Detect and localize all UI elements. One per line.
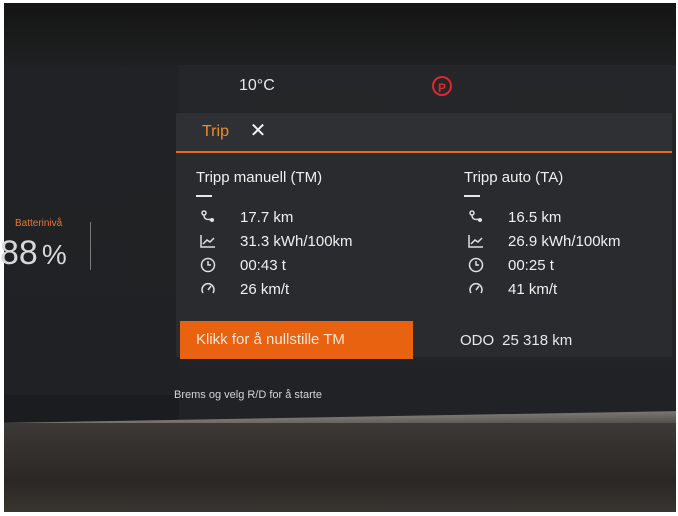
title-underline bbox=[196, 195, 212, 197]
trip-manual-speed: 26 km/t bbox=[240, 280, 290, 298]
distance-icon bbox=[464, 210, 488, 224]
start-hint: Brems og velg R/D for å starte bbox=[174, 389, 322, 401]
park-brake-icon: P bbox=[432, 76, 452, 96]
trip-manual-consumption: 31.3 kWh/100km bbox=[240, 232, 353, 250]
trip-auto-time-row: 00:25 t bbox=[464, 253, 664, 277]
reset-trip-manual-button[interactable]: Klikk for å nullstille TM bbox=[180, 321, 413, 359]
trip-auto-consumption: 26.9 kWh/100km bbox=[508, 232, 621, 250]
trip-auto-distance-row: 16.5 km bbox=[464, 205, 664, 229]
battery-level-readout: 88% bbox=[0, 234, 67, 273]
trip-manual-distance: 17.7 km bbox=[240, 208, 294, 226]
trip-manual-column: Tripp manuell (TM) 17.7 km 31.3 kWh/100k… bbox=[196, 169, 426, 301]
trip-manual-consumption-row: 31.3 kWh/100km bbox=[196, 229, 426, 253]
distance-icon bbox=[196, 210, 220, 224]
trip-panel-header: Trip ✕ bbox=[176, 113, 672, 153]
trip-panel-title: Trip bbox=[202, 123, 229, 140]
trip-auto-distance: 16.5 km bbox=[508, 208, 562, 226]
trip-auto-speed: 41 km/t bbox=[508, 280, 558, 298]
speed-icon bbox=[464, 281, 488, 297]
clock-icon bbox=[464, 257, 488, 273]
battery-divider bbox=[90, 222, 91, 270]
trip-manual-speed-row: 26 km/t bbox=[196, 277, 426, 301]
trip-auto-time: 00:25 t bbox=[508, 256, 554, 274]
odometer-label: ODO bbox=[460, 332, 495, 349]
consumption-icon bbox=[196, 234, 220, 248]
trip-manual-title: Tripp manuell (TM) bbox=[196, 169, 323, 186]
trip-panel: Trip ✕ Tripp manuell (TM) 17.7 km 31.3 k… bbox=[176, 113, 672, 359]
left-display-area bbox=[4, 65, 194, 395]
clock-icon bbox=[196, 257, 220, 273]
dashboard-surface bbox=[4, 423, 676, 512]
trip-manual-time-row: 00:43 t bbox=[196, 253, 426, 277]
trip-manual-distance-row: 17.7 km bbox=[196, 205, 426, 229]
display-bezel bbox=[4, 3, 676, 67]
odometer: ODO 25 318 km bbox=[460, 332, 572, 349]
trip-auto-title: Tripp auto (TA) bbox=[464, 169, 564, 186]
battery-level-value: 88 bbox=[0, 234, 38, 272]
trip-auto-speed-row: 41 km/t bbox=[464, 277, 664, 301]
close-button[interactable]: ✕ bbox=[246, 119, 270, 143]
odometer-value: 25 318 km bbox=[502, 332, 573, 349]
title-underline bbox=[464, 195, 480, 197]
trip-auto-column: Tripp auto (TA) 16.5 km 26.9 kWh/100km 0… bbox=[464, 169, 664, 301]
outside-temperature: 10°C bbox=[239, 77, 275, 94]
trip-manual-time: 00:43 t bbox=[240, 256, 286, 274]
battery-level-unit: % bbox=[41, 239, 67, 270]
battery-level-label: Batterinivå bbox=[15, 218, 63, 229]
consumption-icon bbox=[464, 234, 488, 248]
speed-icon bbox=[196, 281, 220, 297]
trip-auto-consumption-row: 26.9 kWh/100km bbox=[464, 229, 664, 253]
